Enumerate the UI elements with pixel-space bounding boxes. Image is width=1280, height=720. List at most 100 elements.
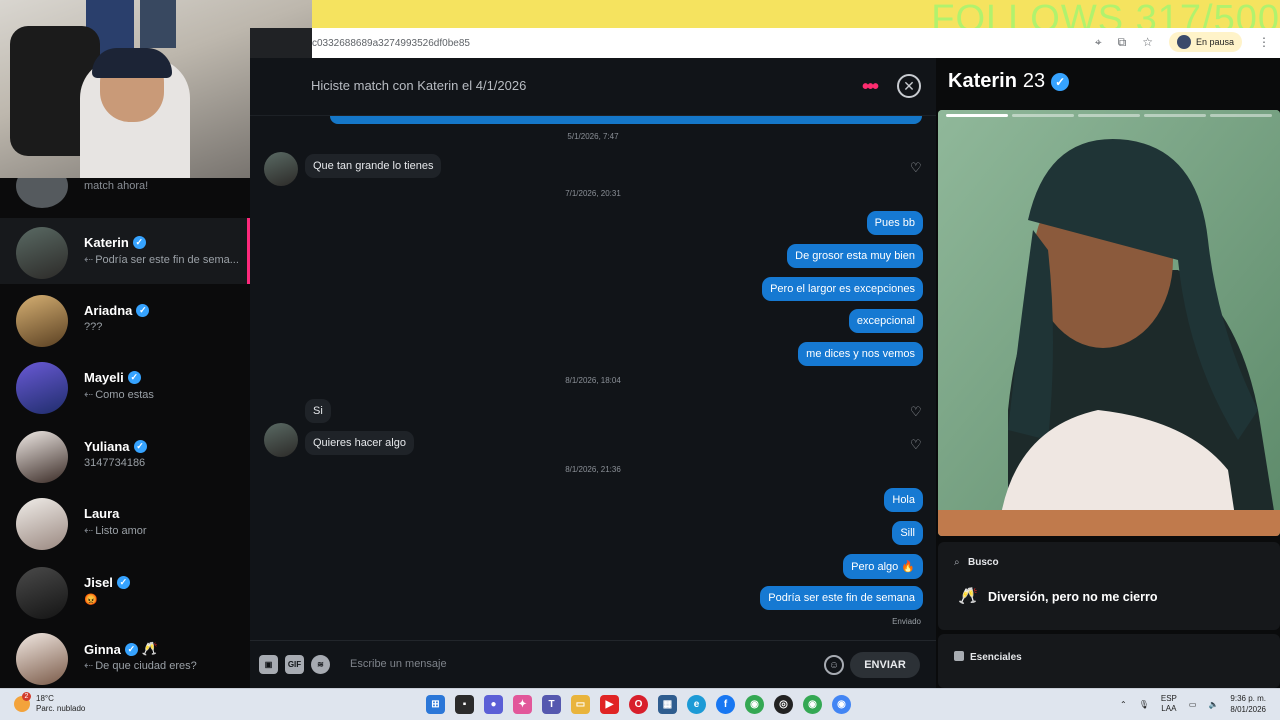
essentials-label: Esenciales <box>970 652 1022 663</box>
avatar <box>264 423 298 457</box>
notification-badge: 2 <box>22 692 31 701</box>
location-icon[interactable]: ⌖ <box>1095 35 1102 50</box>
teams-icon[interactable]: T <box>542 695 561 714</box>
message-bubble-outgoing: excepcional <box>848 309 923 333</box>
avatar <box>16 567 68 619</box>
file-explorer-icon[interactable]: ▭ <box>571 695 590 714</box>
conversation-item-ariadna[interactable]: Ariadna ✓ ??? <box>0 286 250 352</box>
reply-icon: ⇠ <box>84 254 94 266</box>
start-icon[interactable]: ⊞ <box>426 695 445 714</box>
photo-indicator[interactable] <box>1012 114 1074 117</box>
stream-banner: FOLLOWS 317/500 <box>312 0 1280 40</box>
volume-icon[interactable]: 🔈 <box>1208 700 1218 709</box>
verified-icon: ✓ <box>132 236 146 249</box>
conversation-name: Ariadna <box>84 303 133 318</box>
spotify-icon[interactable]: ≋ <box>311 655 330 674</box>
more-options-icon[interactable]: ••• <box>862 76 879 99</box>
profile-photo[interactable] <box>938 110 1280 536</box>
weather-widget[interactable]: 2 18°C Parc. nublado <box>14 692 85 714</box>
profile-name: Katerin <box>948 70 1017 92</box>
like-icon[interactable]: ♡ <box>910 160 922 176</box>
essentials-icon <box>954 651 964 661</box>
photo-indicator[interactable] <box>1144 114 1206 117</box>
like-icon[interactable]: ♡ <box>910 404 922 420</box>
avatar <box>264 152 298 186</box>
looking-for-value: Diversión, pero no me cierro <box>988 590 1158 604</box>
avatar <box>16 362 68 414</box>
chrome-icon[interactable]: ◉ <box>745 695 764 714</box>
conversation-preview: ??? <box>84 321 103 333</box>
chat-header: Hiciste match con Katerin el 4/1/2026 ••… <box>250 58 936 116</box>
taskbar-apps: ⊞ ▪ ● ✦ T ▭ ▶ O ▦ e f ◉ ◎ ◉ ◉ <box>426 695 851 714</box>
message-bubble-incoming: Si <box>305 399 331 423</box>
message-bubble-outgoing: Pues bb <box>866 211 923 235</box>
gif-button[interactable]: GIF <box>285 655 304 674</box>
conversation-item-yuliana[interactable]: Yuliana ✓ 3147734186 <box>0 422 250 488</box>
conversation-name: Yuliana <box>84 439 130 454</box>
message-input[interactable]: Escribe un mensaje <box>350 658 447 670</box>
conversation-preview: De que ciudad eres? <box>95 660 197 672</box>
avatar <box>16 498 68 550</box>
obs-icon[interactable]: ◎ <box>774 695 793 714</box>
close-icon[interactable]: ✕ <box>897 74 921 98</box>
opera-icon[interactable]: O <box>629 695 648 714</box>
clock-time: 9:36 p. m. <box>1230 694 1266 703</box>
youtube-icon[interactable]: ▶ <box>600 695 619 714</box>
sticker-icon[interactable]: ▣ <box>259 655 278 674</box>
clock[interactable]: 9:36 p. m. 8/01/2026 <box>1230 693 1266 715</box>
conversation-name: Ginna <box>84 641 121 657</box>
facebook-icon[interactable]: f <box>716 695 735 714</box>
champagne-icon: 🥂 <box>958 588 978 605</box>
timestamp: 5/1/2026, 7:47 <box>567 132 619 141</box>
message-thread[interactable]: 5/1/2026, 7:47 Que tan grande lo tienes … <box>250 116 936 640</box>
photo-indicators <box>946 114 1272 117</box>
chevron-up-icon[interactable]: ⌃ <box>1120 700 1127 709</box>
wall-poster <box>140 0 176 48</box>
chat-app-icon[interactable]: ● <box>484 695 503 714</box>
send-button[interactable]: ENVIAR <box>850 652 920 678</box>
star-icon[interactable]: ☆ <box>1142 35 1153 49</box>
verified-icon: ✓ <box>124 642 138 656</box>
photo-indicator[interactable] <box>946 114 1008 117</box>
photo-indicator[interactable] <box>1078 114 1140 117</box>
edge-icon[interactable]: e <box>687 695 706 714</box>
avatar <box>16 431 68 483</box>
clock-date: 8/01/2026 <box>1230 705 1266 714</box>
url-text[interactable]: c0332688689a3274993526df0be85 <box>312 38 470 49</box>
microphone-icon[interactable]: 🎙 <box>1139 700 1149 709</box>
conversation-item-ginna[interactable]: Ginna ✓ 🥂 ⇠ De que ciudad eres? <box>0 624 250 688</box>
store-icon[interactable]: ▦ <box>658 695 677 714</box>
language-indicator[interactable]: ESP LAA <box>1161 694 1177 714</box>
conversation-item-jisel[interactable]: Jisel ✓ 😡 <box>0 558 250 624</box>
reply-icon: ⇠ <box>84 389 94 401</box>
cast-icon[interactable]: ⧉ <box>1118 35 1127 50</box>
looking-for-label: Busco <box>968 557 999 568</box>
verified-icon: ✓ <box>1051 72 1070 91</box>
timestamp: 7/1/2026, 20:31 <box>565 189 621 198</box>
like-icon[interactable]: ♡ <box>910 437 922 453</box>
looking-for-card: ⌕ Busco 🥂 Diversión, pero no me cierro <box>938 542 1280 630</box>
kebab-menu-icon[interactable]: ⋮ <box>1258 35 1270 49</box>
message-bubble-partial <box>330 116 922 124</box>
conversation-item-katerin[interactable]: Katerin ✓ ⇠ Podría ser este fin de sema... <box>0 218 250 284</box>
conversation-name: Katerin <box>84 235 129 250</box>
photo-indicator[interactable] <box>1210 114 1272 117</box>
conversation-item-mayeli[interactable]: Mayeli ✓ ⇠ Como estas <box>0 353 250 419</box>
task-view-icon[interactable]: ▪ <box>455 695 474 714</box>
recent-activity-prompt[interactable]: Con actividad reciente, ¡haz match ahora… <box>0 178 250 216</box>
verified-icon: ✓ <box>136 304 150 317</box>
copilot-icon[interactable]: ✦ <box>513 695 532 714</box>
profile-panel: Katerin 23 ✓ ⌕ Busco 🥂 Diversión, pero n… <box>936 58 1280 688</box>
verified-icon: ✓ <box>116 576 130 589</box>
essentials-card: Esenciales <box>938 634 1280 688</box>
emoji-icon[interactable]: ☺ <box>824 655 844 675</box>
system-tray: ⌃ 🎙 ESP LAA ▭ 🔈 9:36 p. m. 8/01/2026 <box>1120 693 1266 715</box>
conversation-item-laura[interactable]: Laura ⇠ Listo amor <box>0 489 250 555</box>
chrome-active-icon[interactable]: ◉ <box>832 695 851 714</box>
address-bar[interactable]: c0332688689a3274993526df0be85 ⌖ ⧉ ☆ En p… <box>312 28 1280 58</box>
network-icon[interactable]: ▭ <box>1189 700 1197 709</box>
message-composer: ▣ GIF ≋ Escribe un mensaje ☺ ENVIAR <box>250 640 936 688</box>
profile-pause-button[interactable]: En pausa <box>1168 32 1242 52</box>
message-bubble-outgoing: Hola <box>884 488 923 512</box>
chrome-profile-icon[interactable]: ◉ <box>803 695 822 714</box>
